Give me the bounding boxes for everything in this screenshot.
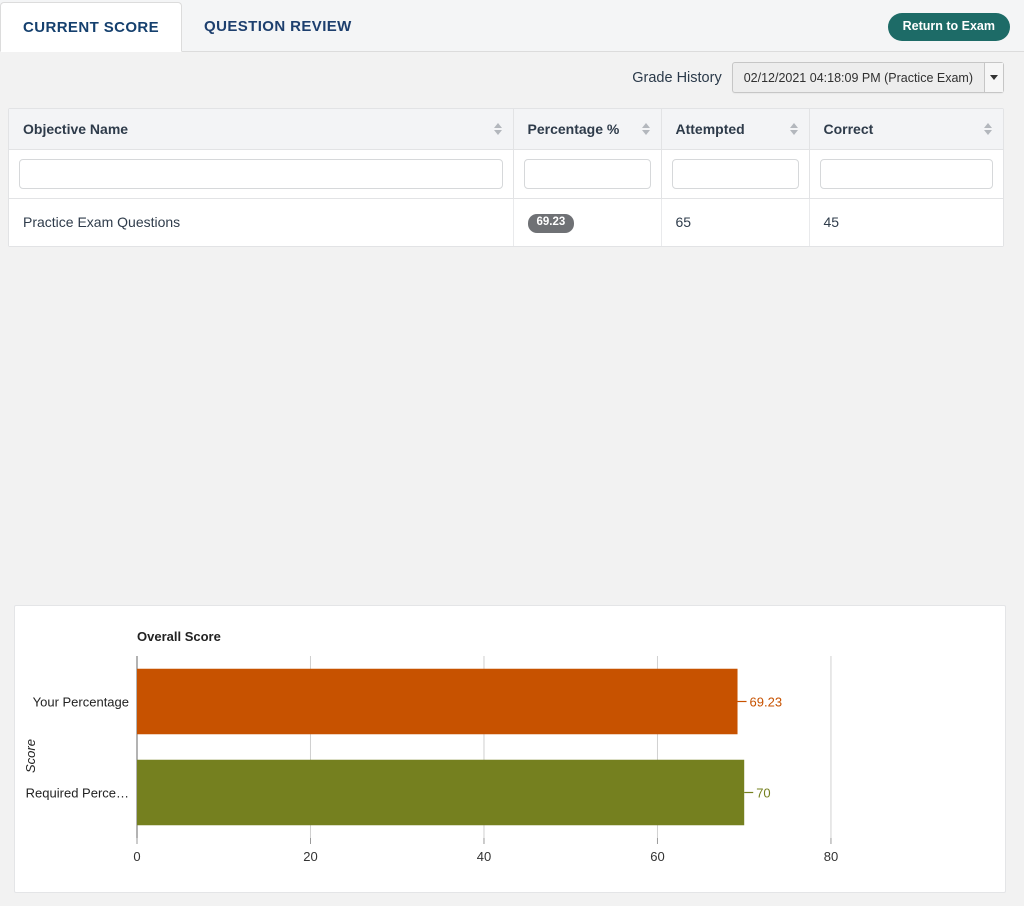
column-header-attempted[interactable]: Attempted <box>661 109 810 150</box>
grade-history-selected-value: 02/12/2021 04:18:09 PM (Practice Exam) <box>743 70 973 85</box>
svg-text:20: 20 <box>303 849 317 864</box>
cell-objective-name: Practice Exam Questions <box>9 198 514 246</box>
filter-cell-objective-name <box>9 149 514 199</box>
sort-icon[interactable] <box>493 123 503 135</box>
svg-text:80: 80 <box>824 849 838 864</box>
filter-cell-correct <box>809 149 1003 199</box>
svg-text:40: 40 <box>477 849 491 864</box>
chevron-down-icon[interactable] <box>984 63 1003 92</box>
filter-input-attempted[interactable] <box>671 159 799 189</box>
overall-score-bar-chart: Overall Score Score Your Percentage Requi… <box>23 629 838 864</box>
svg-text:69.23: 69.23 <box>750 695 783 710</box>
sort-ascending-arrow <box>789 123 798 128</box>
filter-input-percentage[interactable] <box>523 159 651 189</box>
filter-cell-attempted <box>661 149 810 199</box>
sort-icon[interactable] <box>789 123 799 135</box>
score-table: Objective Name Percentage % Attempted Co… <box>8 108 1004 247</box>
chart-category-labels: Your Percentage Required Perce… <box>26 695 129 801</box>
column-label: Correct <box>823 121 874 137</box>
table-filter-row <box>9 149 1003 199</box>
sort-descending-arrow <box>984 130 992 135</box>
grade-history-row: Grade History 02/12/2021 04:18:09 PM (Pr… <box>632 62 1004 93</box>
grade-history-select[interactable]: 02/12/2021 04:18:09 PM (Practice Exam) <box>731 62 1004 93</box>
sort-ascending-arrow <box>641 123 650 128</box>
cell-percentage: 69.23 <box>513 198 662 246</box>
grade-history-label: Grade History <box>632 69 722 86</box>
cell-attempted: 65 <box>661 198 810 246</box>
score-report-page: Current Score Question Review Return to … <box>0 0 1024 906</box>
svg-text:0: 0 <box>133 849 140 864</box>
chart-title: Overall Score <box>137 629 221 644</box>
chart-bars <box>137 668 745 826</box>
sort-icon[interactable] <box>641 123 651 135</box>
cell-correct: 45 <box>809 198 1003 246</box>
status-badge: 69.23 <box>527 214 575 233</box>
chart-y-axis-label: Score <box>23 739 38 773</box>
filter-cell-percentage <box>513 149 662 199</box>
sort-icon[interactable] <box>984 123 993 135</box>
sort-ascending-arrow <box>493 123 502 128</box>
svg-text:Required Perce…: Required Perce… <box>26 786 129 801</box>
column-header-percentage[interactable]: Percentage % <box>513 109 662 150</box>
tab-current-score[interactable]: Current Score <box>0 2 183 52</box>
tab-bar: Current Score Question Review Return to … <box>0 0 1024 52</box>
tab-question-review[interactable]: Question Review <box>182 1 374 51</box>
sort-ascending-arrow <box>984 123 992 128</box>
svg-text:70: 70 <box>756 786 770 801</box>
svg-text:60: 60 <box>650 849 664 864</box>
filter-input-correct[interactable] <box>819 159 993 189</box>
table-header-row: Objective Name Percentage % Attempted Co… <box>9 109 1003 150</box>
column-label: Attempted <box>675 121 745 137</box>
return-to-exam-button[interactable]: Return to Exam <box>887 13 1010 41</box>
column-label: Objective Name <box>23 121 129 137</box>
filter-input-objective-name[interactable] <box>19 159 503 189</box>
caret-shape <box>990 75 998 80</box>
column-header-objective-name[interactable]: Objective Name <box>9 109 514 150</box>
overall-score-chart-panel: Overall Score Score Your Percentage Requi… <box>14 605 1006 893</box>
sort-descending-arrow <box>789 130 798 135</box>
chart-data-labels: 69.23 70 <box>737 695 783 801</box>
table-row[interactable]: Practice Exam Questions 69.23 65 45 <box>9 198 1003 246</box>
sort-descending-arrow <box>641 130 650 135</box>
chart-x-tick-labels: 0 20 40 60 80 <box>133 849 838 864</box>
sort-descending-arrow <box>493 130 502 135</box>
column-label: Percentage % <box>527 121 620 137</box>
tab-list: Current Score Question Review <box>0 0 374 52</box>
svg-text:Your Percentage: Your Percentage <box>33 695 129 710</box>
column-header-correct[interactable]: Correct <box>809 109 1003 150</box>
